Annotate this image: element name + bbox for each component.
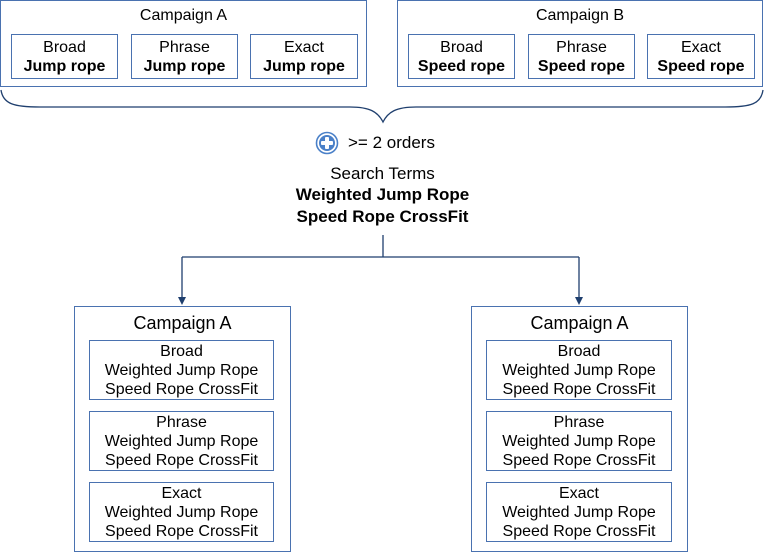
ad-group-broad: Broad Weighted Jump Rope Speed Rope Cros… [89, 340, 274, 400]
bottom-campaign-right: Campaign A Broad Weighted Jump Rope Spee… [471, 306, 688, 552]
right-arrow-head [575, 297, 583, 305]
campaign-title: Campaign A [133, 313, 232, 333]
search-term: Weighted Jump Rope [295, 185, 470, 204]
keyword: Speed rope [537, 58, 626, 75]
term: Speed Rope CrossFit [105, 452, 258, 469]
term: Weighted Jump Rope [502, 362, 656, 379]
match-type: Phrase [159, 39, 210, 56]
ad-group-phrase: Phrase Weighted Jump Rope Speed Rope Cro… [89, 411, 274, 471]
term: Weighted Jump Rope [502, 504, 656, 521]
search-terms-heading: Search Terms [330, 164, 435, 183]
term: Speed Rope CrossFit [502, 523, 656, 540]
match-type: Phrase [553, 414, 605, 431]
term: Speed Rope CrossFit [502, 381, 656, 398]
campaign-title: Campaign A [530, 313, 629, 333]
match-type: Phrase [556, 39, 607, 56]
ad-group-phrase: Phrase Speed rope [528, 34, 635, 79]
bottom-campaign-left: Campaign A Broad Weighted Jump Rope Spee… [74, 306, 291, 552]
search-term: Speed Rope CrossFit [296, 207, 469, 226]
keyword: Jump rope [263, 58, 345, 75]
term: Weighted Jump Rope [104, 362, 259, 379]
term: Weighted Jump Rope [502, 433, 656, 450]
plus-circle-icon [315, 131, 339, 155]
match-type: Exact [283, 39, 324, 56]
ad-group-broad: Broad Weighted Jump Rope Speed Rope Cros… [486, 340, 672, 400]
search-terms: Search Terms Weighted Jump Rope Speed Ro… [200, 163, 565, 228]
ad-group-exact: Exact Weighted Jump Rope Speed Rope Cros… [486, 482, 672, 542]
match-type: Broad [440, 39, 483, 56]
keyword: Jump rope [143, 58, 226, 75]
term: Speed Rope CrossFit [105, 523, 258, 540]
campaign-title: Campaign B [535, 7, 625, 24]
condition-label: >= 2 orders [348, 133, 435, 152]
top-campaign-a: Campaign A Broad Jump rope Phrase Jump r… [0, 0, 367, 87]
left-arrow-head [178, 297, 186, 305]
ad-group-phrase: Phrase Jump rope [131, 34, 238, 79]
keyword: Speed rope [657, 58, 745, 75]
match-type: Exact [680, 39, 721, 56]
term: Weighted Jump Rope [104, 433, 259, 450]
keyword: Speed rope [417, 58, 506, 75]
term: Speed Rope CrossFit [502, 452, 656, 469]
term: Weighted Jump Rope [104, 504, 259, 521]
keyword: Jump rope [23, 58, 106, 75]
ad-group-exact: Exact Jump rope [250, 34, 358, 79]
grouping-brace [0, 89, 764, 124]
ad-group-exact: Exact Weighted Jump Rope Speed Rope Cros… [89, 482, 274, 542]
campaign-title: Campaign A [139, 7, 228, 24]
ad-group-exact: Exact Speed rope [647, 34, 755, 79]
match-type: Exact [558, 485, 599, 502]
match-type: Broad [43, 39, 86, 56]
ad-group-broad: Broad Jump rope [11, 34, 118, 79]
term: Speed Rope CrossFit [105, 381, 258, 398]
condition: >= 2 orders [315, 131, 435, 155]
match-type: Broad [557, 343, 601, 360]
ad-group-phrase: Phrase Weighted Jump Rope Speed Rope Cro… [486, 411, 672, 471]
match-type: Exact [161, 485, 202, 502]
ad-group-broad: Broad Speed rope [408, 34, 515, 79]
match-type: Broad [160, 343, 203, 360]
match-type: Phrase [156, 414, 207, 431]
top-campaign-b: Campaign B Broad Speed rope Phrase Speed… [397, 0, 763, 87]
